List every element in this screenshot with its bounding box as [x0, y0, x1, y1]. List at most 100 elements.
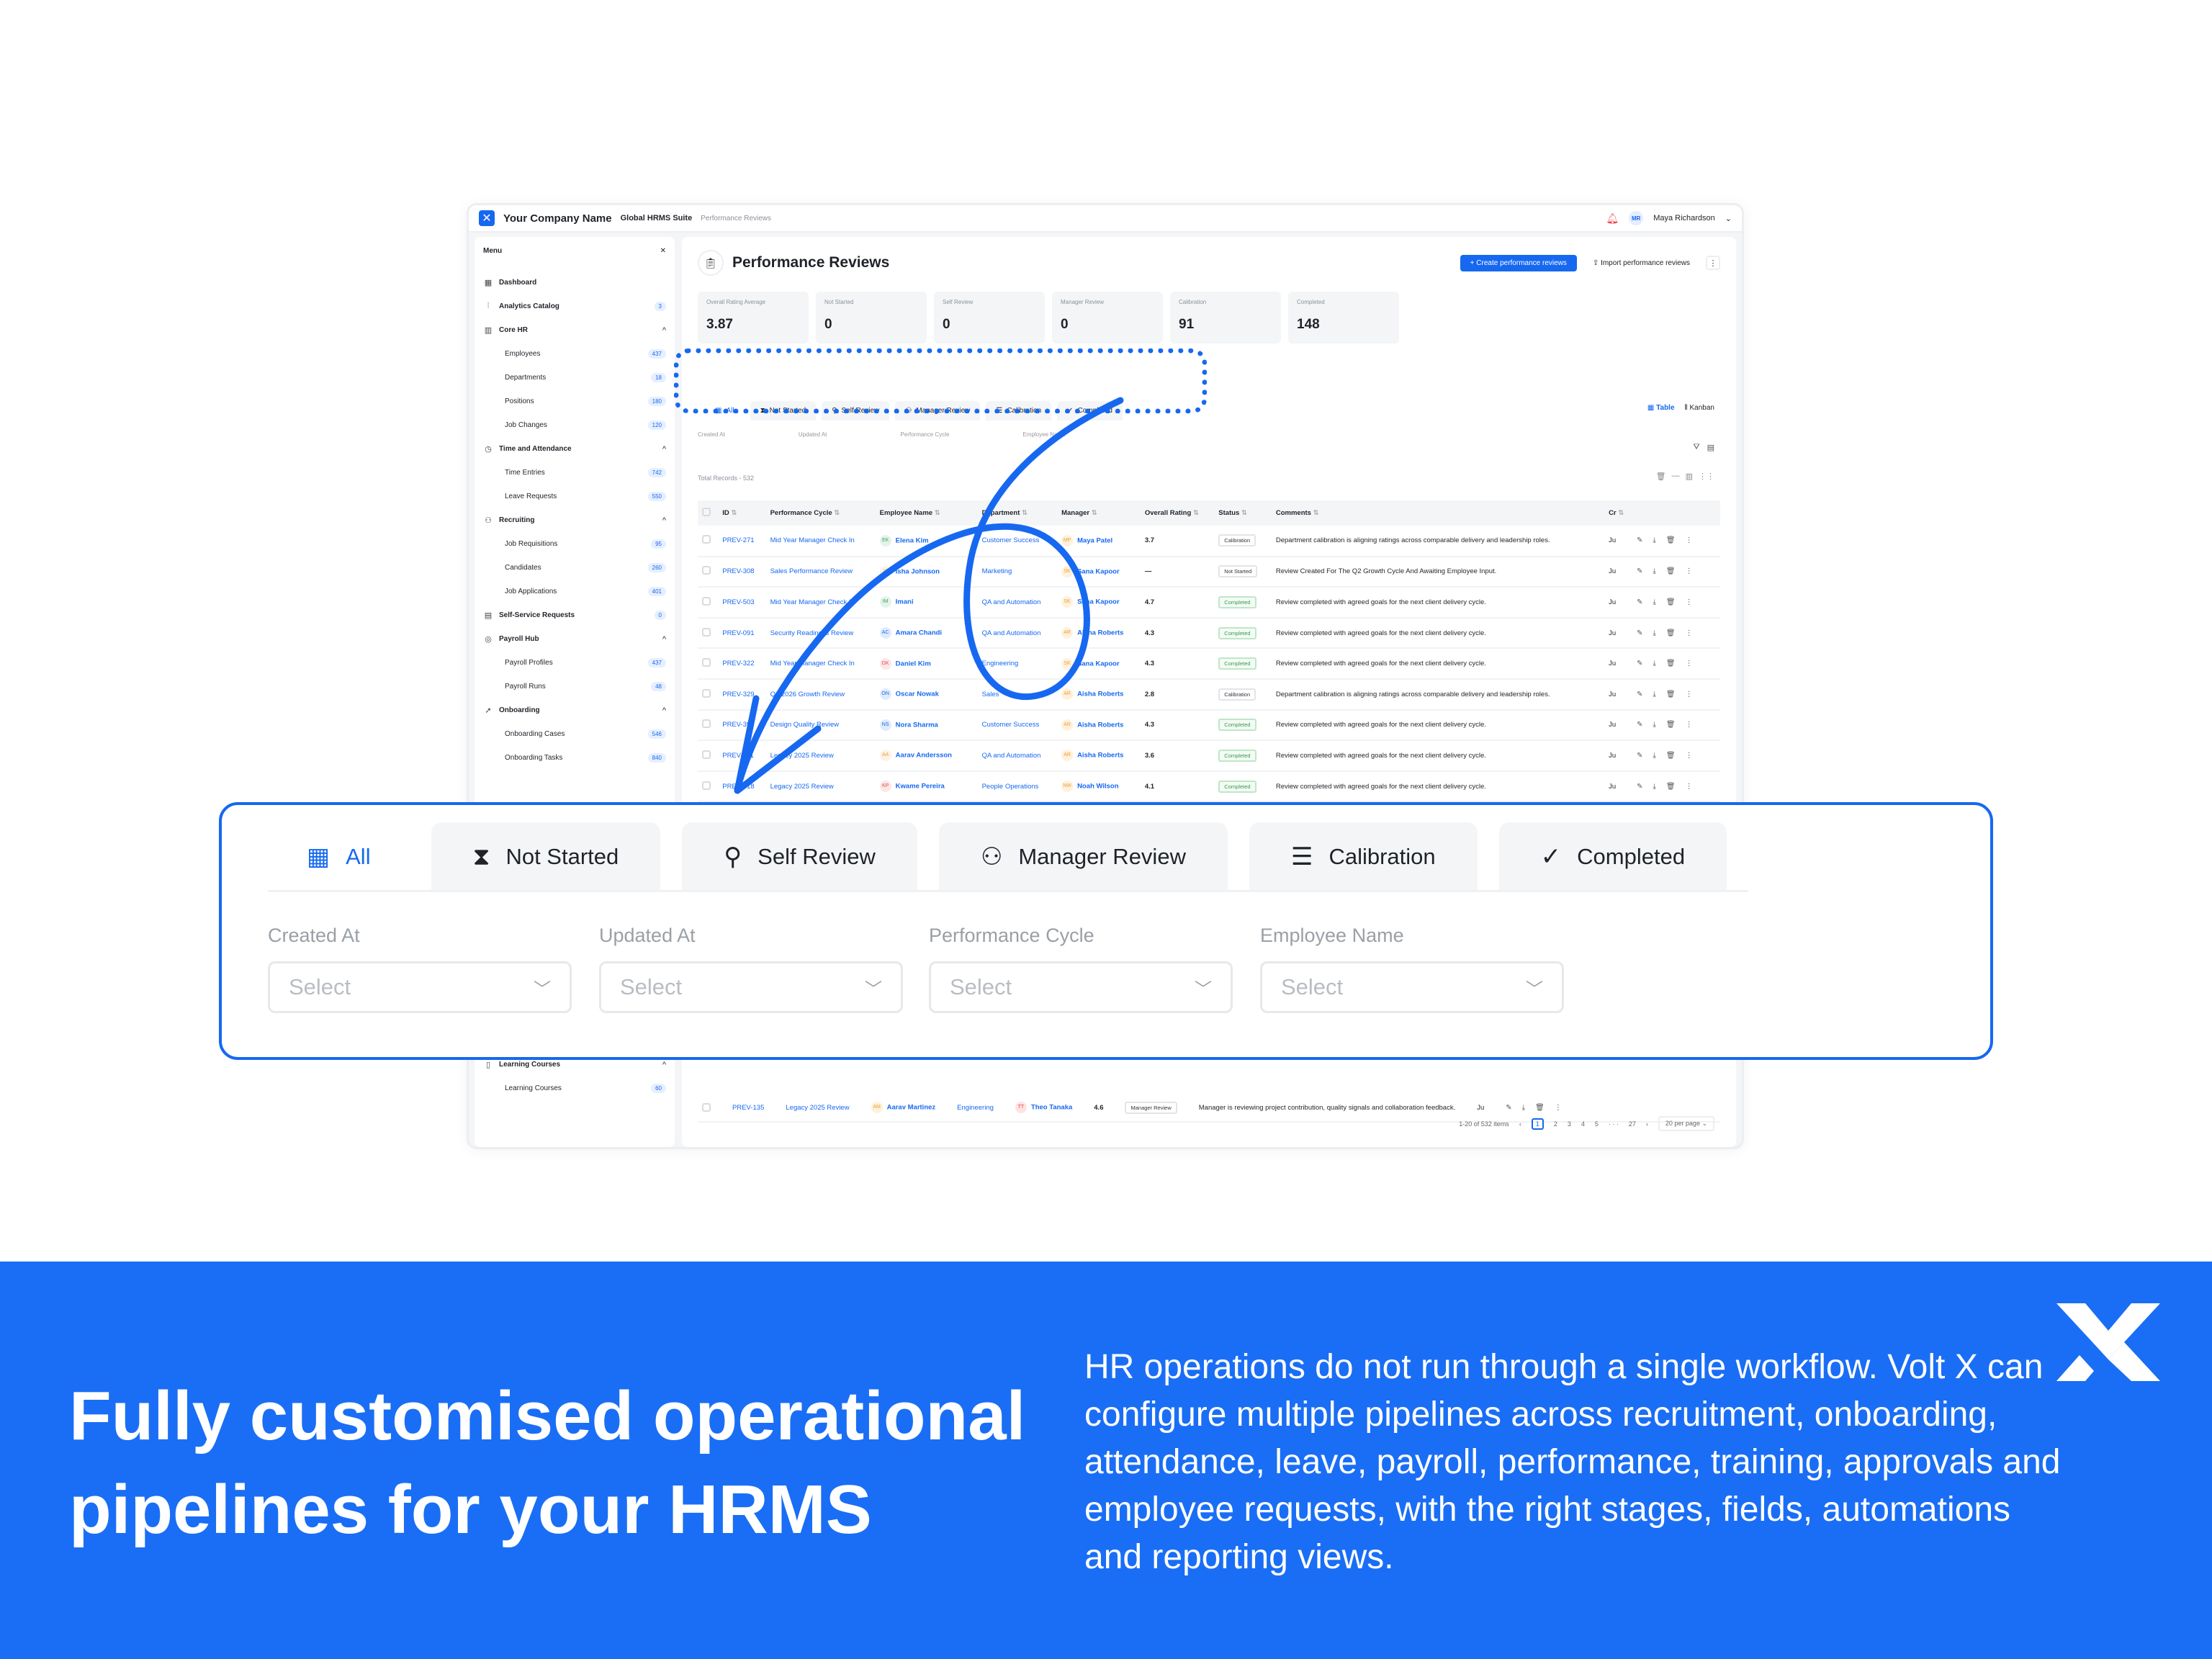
- more-options-icon[interactable]: ⋮: [1686, 629, 1703, 637]
- download-icon[interactable]: ⤓: [1653, 660, 1665, 667]
- tab-manager-review[interactable]: ⚇ Manager Review: [938, 822, 1228, 891]
- sidebar-item[interactable]: Job Requisitions 95: [483, 532, 666, 556]
- sidebar-item[interactable]: Employees 437: [483, 342, 666, 366]
- sidebar-item[interactable]: ◷ Time and Attendance ^: [483, 437, 666, 461]
- cycle-link[interactable]: Sales Performance Review: [765, 556, 876, 588]
- chevron-up-icon[interactable]: ^: [662, 445, 666, 454]
- more-options-icon[interactable]: ⋮: [1686, 567, 1703, 575]
- employee-name[interactable]: Aarav Martinez: [887, 1104, 936, 1112]
- column-header[interactable]: Employee Name ⇅: [875, 500, 978, 526]
- trash-icon[interactable]: 🗑︎: [1666, 752, 1686, 760]
- employee-name[interactable]: Kwame Pereira: [896, 783, 945, 791]
- sidebar-item[interactable]: ⫶ Analytics Catalog 3: [483, 295, 666, 318]
- filter-select[interactable]: Select ﹀: [599, 961, 903, 1013]
- row-checkbox[interactable]: [702, 1103, 711, 1112]
- department[interactable]: QA and Automation: [977, 587, 1058, 619]
- sidebar-item[interactable]: Time Entries 742: [483, 461, 666, 485]
- chevron-up-icon[interactable]: ^: [662, 516, 666, 525]
- trash-icon[interactable]: 🗑︎: [1666, 567, 1686, 575]
- next-page-icon[interactable]: ›: [1646, 1120, 1648, 1128]
- review-id-link[interactable]: PREV-135: [732, 1104, 764, 1112]
- filter-icon[interactable]: ⛛: [1693, 443, 1699, 452]
- table-row[interactable]: PREV-322 Mid Year Manager Check In DK Dan…: [698, 648, 1720, 680]
- sidebar-item[interactable]: ◎ Payroll Hub ^: [483, 627, 666, 651]
- chevron-up-icon[interactable]: ^: [662, 706, 666, 715]
- employee-name[interactable]: Nora Sharma: [896, 721, 938, 729]
- bell-icon[interactable]: 🔔︎: [1606, 212, 1619, 225]
- sidebar-item[interactable]: Job Applications 401: [483, 580, 666, 603]
- cycle-link[interactable]: Mid Year Manager Check In: [765, 648, 876, 680]
- manager-name[interactable]: Aisha Roberts: [1077, 629, 1123, 637]
- edit-icon[interactable]: ✎: [1637, 536, 1653, 544]
- table-row[interactable]: PREV-329 Q2 2026 Growth Review ON Oscar N…: [698, 678, 1720, 711]
- column-header[interactable]: Overall Rating ⇅: [1140, 500, 1215, 526]
- cycle-link[interactable]: Legacy 2025 Review: [765, 740, 876, 772]
- cycle-link[interactable]: Mid Year Manager Check In: [765, 587, 876, 619]
- table-row[interactable]: PREV-091 Security Readiness Review AC Ama…: [698, 617, 1720, 649]
- page-button[interactable]: 2: [1554, 1120, 1557, 1128]
- column-header[interactable]: Cr ⇅: [1604, 500, 1633, 526]
- trash-icon[interactable]: 🗑︎: [1666, 629, 1686, 637]
- more-options-icon[interactable]: ⋮: [1706, 256, 1720, 270]
- page-button[interactable]: 4: [1581, 1120, 1585, 1128]
- download-icon[interactable]: ⤓: [1653, 567, 1665, 575]
- manager-name[interactable]: Aisha Roberts: [1077, 752, 1123, 760]
- download-icon[interactable]: ⤓: [1653, 536, 1665, 544]
- edit-icon[interactable]: ✎: [1637, 691, 1653, 698]
- review-id-link[interactable]: PREV-091: [718, 617, 766, 649]
- create-performance-review-button[interactable]: + Create performance reviews: [1460, 254, 1577, 271]
- department[interactable]: Sales: [977, 678, 1058, 711]
- cycle-link[interactable]: Mid Year Manager Check In: [765, 526, 876, 557]
- sidebar-item[interactable]: Onboarding Tasks 840: [483, 746, 666, 770]
- row-checkbox[interactable]: [702, 658, 711, 667]
- row-checkbox[interactable]: [702, 719, 711, 729]
- table-row[interactable]: PREV-308 Sales Performance Review IJ Isha…: [698, 556, 1720, 588]
- filter-select[interactable]: Select ﹀: [268, 961, 572, 1013]
- breadcrumb[interactable]: Performance Reviews: [701, 215, 771, 222]
- row-checkbox[interactable]: [702, 750, 711, 759]
- table-row[interactable]: PREV-411 Legacy 2025 Review AA Aarav Ande…: [698, 740, 1720, 772]
- trash-icon[interactable]: 🗑︎: [1666, 598, 1686, 606]
- more-options-icon[interactable]: ⋮: [1686, 660, 1703, 667]
- trash-icon[interactable]: 🗑︎: [1666, 721, 1686, 729]
- employee-name[interactable]: Daniel Kim: [896, 660, 931, 667]
- table-row[interactable]: PREV-503 Mid Year Manager Check In IM Ima…: [698, 587, 1720, 619]
- column-header[interactable]: ID ⇅: [718, 500, 766, 526]
- more-options-icon[interactable]: ⋮: [1686, 598, 1703, 606]
- download-icon[interactable]: ⤓: [1653, 598, 1665, 606]
- page-button[interactable]: 5: [1595, 1120, 1599, 1128]
- cycle-link[interactable]: Design Quality Review: [765, 709, 876, 742]
- table-row[interactable]: PREV-397 Design Quality Review NS Nora Sh…: [698, 709, 1720, 742]
- review-id-link[interactable]: PREV-308: [718, 556, 766, 588]
- cycle-link[interactable]: Legacy 2025 Review: [786, 1104, 849, 1112]
- manager-name[interactable]: Theo Tanaka: [1031, 1104, 1072, 1112]
- review-id-link[interactable]: PREV-271: [718, 526, 766, 557]
- sidebar-item[interactable]: Onboarding Cases 546: [483, 722, 666, 746]
- company-logo-icon[interactable]: ✕: [479, 210, 495, 226]
- cycle-link[interactable]: Q2 2026 Growth Review: [765, 678, 876, 711]
- sidebar-item[interactable]: ➚ Onboarding ^: [483, 698, 666, 722]
- tab-self-review[interactable]: ⚲ Self Review: [682, 822, 917, 891]
- employee-name[interactable]: Oscar Nowak: [896, 691, 939, 698]
- review-id-link[interactable]: PREV-503: [718, 587, 766, 619]
- download-icon[interactable]: ⤓: [1522, 1104, 1535, 1112]
- sidebar-item[interactable]: Learning Courses 60: [483, 1076, 666, 1100]
- sidebar-item[interactable]: Candidates 260: [483, 556, 666, 580]
- download-icon[interactable]: ⤓: [1653, 629, 1665, 637]
- review-id-link[interactable]: PREV-329: [718, 678, 766, 711]
- row-checkbox[interactable]: [702, 596, 711, 606]
- more-options-icon[interactable]: ⋮: [1686, 783, 1703, 791]
- column-header[interactable]: Manager ⇅: [1057, 500, 1141, 526]
- employee-name[interactable]: Imani: [896, 598, 914, 606]
- edit-icon[interactable]: ✎: [1637, 752, 1653, 760]
- per-page-select[interactable]: 20 per page ⌄: [1658, 1116, 1714, 1131]
- sidebar-item[interactable]: Payroll Runs 48: [483, 675, 666, 698]
- department[interactable]: Customer Success: [977, 709, 1058, 742]
- page-button[interactable]: 1: [1531, 1118, 1544, 1130]
- employee-name[interactable]: Isha Johnson: [896, 567, 940, 575]
- row-checkbox[interactable]: [702, 688, 711, 698]
- sidebar-item[interactable]: Leave Requests 550: [483, 485, 666, 508]
- filter-select[interactable]: Select ﹀: [1260, 961, 1564, 1013]
- edit-icon[interactable]: ✎: [1637, 660, 1653, 667]
- employee-name[interactable]: Amara Chandi: [896, 629, 942, 637]
